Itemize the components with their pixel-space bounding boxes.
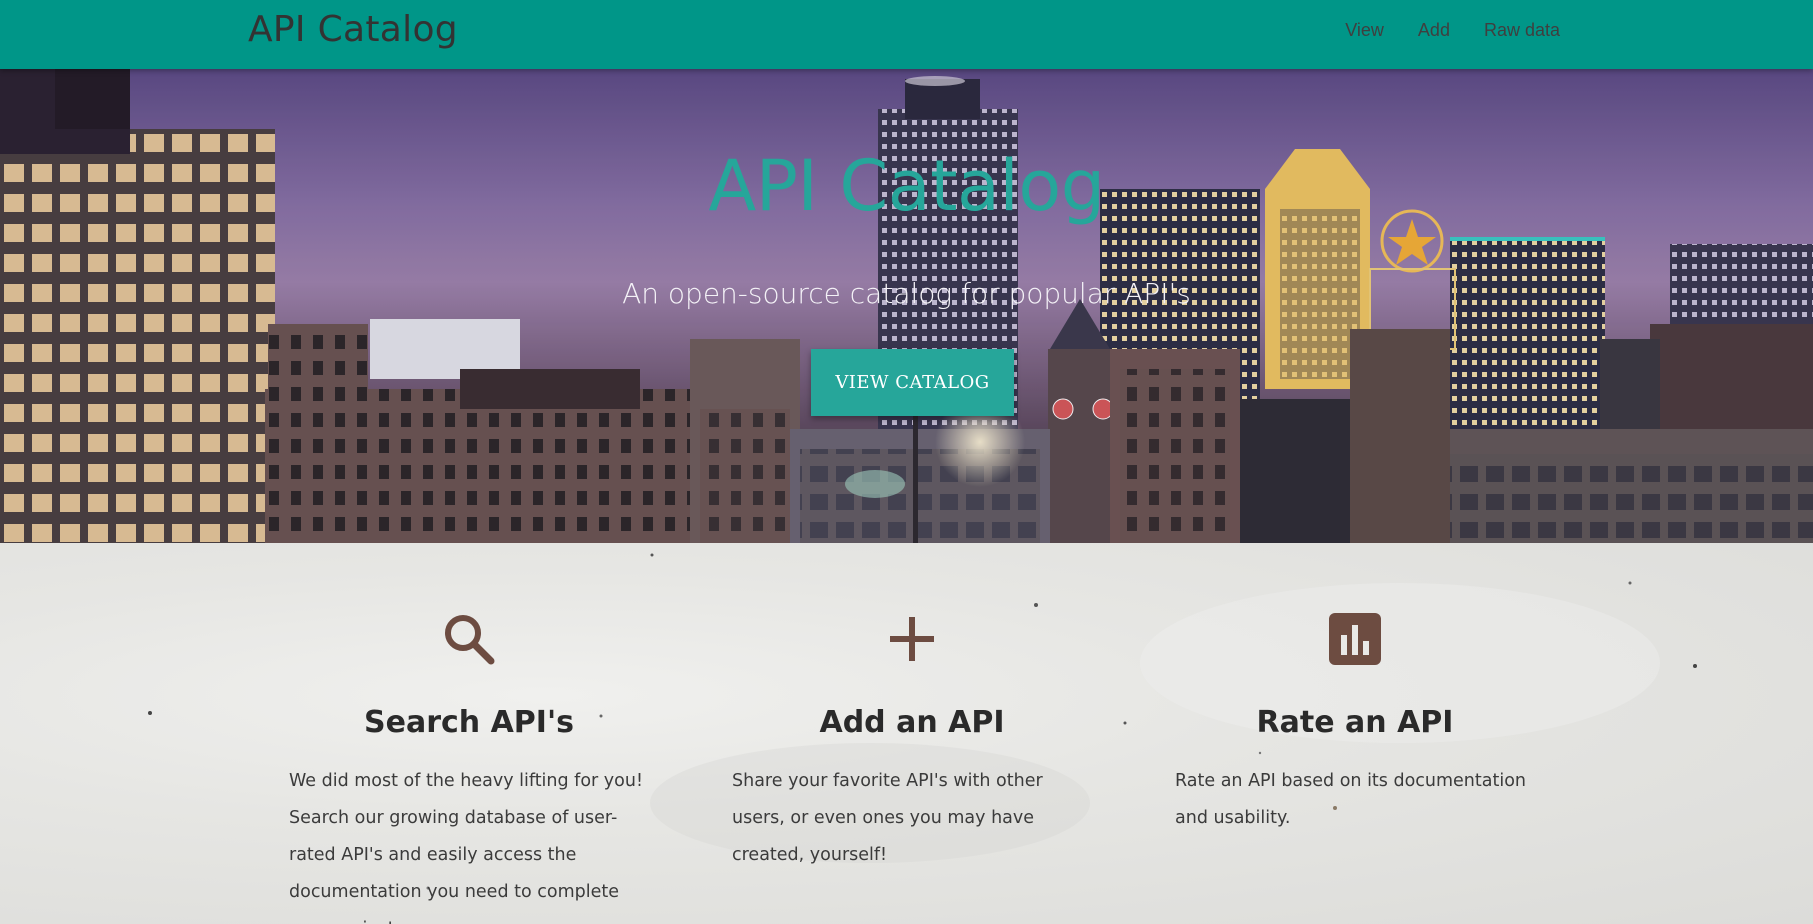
features-section: Search API's We did most of the heavy li…: [0, 543, 1813, 924]
feature-title: Rate an API: [1256, 705, 1454, 740]
nav-links: View Add Raw data: [1328, 18, 1560, 42]
feature-title: Search API's: [364, 705, 574, 740]
navbar: API Catalog View Add Raw data: [0, 0, 1813, 69]
brand-logo-link[interactable]: API Catalog: [248, 9, 458, 50]
plus-icon: [890, 617, 934, 661]
feature-description: We did most of the heavy lifting for you…: [289, 771, 643, 924]
search-icon: [445, 615, 495, 665]
feature-description: Rate an API based on its documentation a…: [1175, 771, 1527, 828]
bar-chart-icon: [1329, 613, 1381, 665]
nav-link-view[interactable]: View: [1328, 18, 1401, 42]
hero-section: API Catalog An open-source catalog for p…: [0, 69, 1813, 543]
nav-link-raw-data[interactable]: Raw data: [1467, 18, 1560, 42]
view-catalog-button[interactable]: VIEW CATALOG: [811, 349, 1014, 416]
nav-link-add[interactable]: Add: [1401, 18, 1467, 42]
hero-subtitle: An open-source catalog for popular API's: [622, 277, 1191, 310]
hero-title: API Catalog: [708, 145, 1105, 227]
feature-title: Add an API: [819, 705, 1005, 740]
feature-description: Share your favorite API's with other use…: [732, 771, 1043, 865]
